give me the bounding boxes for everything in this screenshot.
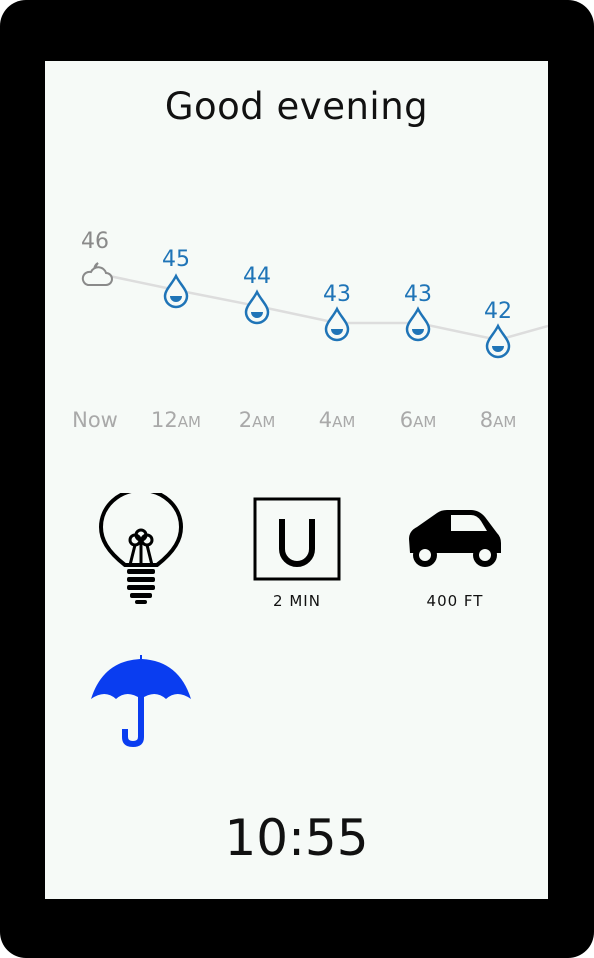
car-distance-label: 400 FT <box>426 592 484 610</box>
uber-tile[interactable]: 2 MIN <box>253 497 341 613</box>
partly-cloudy-night-icon <box>81 262 113 286</box>
hour-label-now: Now <box>72 408 118 432</box>
raindrop-icon <box>405 306 431 342</box>
greeting-title: Good evening <box>164 85 429 128</box>
raindrop-icon <box>324 306 350 342</box>
hour-label-4am: 4AM <box>318 408 356 432</box>
temperature-12am: 45 <box>162 247 190 272</box>
lightbulb-icon <box>99 488 183 604</box>
hour-label-8am: 8AM <box>479 408 517 432</box>
temperature-now: 46 <box>81 229 109 254</box>
uber-eta-label: 2 MIN <box>273 592 321 610</box>
hourly-forecast: 46 45 44 43 43 42 Now 12AM 2AM 4AM 6AM 8… <box>45 211 548 441</box>
temperature-4am: 43 <box>323 282 351 307</box>
raindrop-icon <box>485 323 511 359</box>
raindrop-icon <box>163 273 189 309</box>
car-icon <box>409 510 501 567</box>
clock-time: 10:55 <box>224 809 369 867</box>
temperature-8am: 42 <box>484 299 512 324</box>
hour-label-6am: 6AM <box>399 408 437 432</box>
hour-label-2am: 2AM <box>238 408 276 432</box>
car-tile[interactable]: 400 FT <box>405 507 505 613</box>
hour-label-12am: 12AM <box>151 408 201 432</box>
temperature-6am: 43 <box>404 282 432 307</box>
umbrella-icon <box>91 655 191 747</box>
raindrop-icon <box>244 289 270 325</box>
lightbulb-tile[interactable] <box>97 488 189 609</box>
temperature-2am: 44 <box>243 264 271 289</box>
umbrella-tile[interactable] <box>89 651 193 751</box>
uber-logo-icon <box>253 497 341 581</box>
device-frame: Good evening 46 45 44 43 43 42 Now 12AM … <box>0 0 594 958</box>
screen: Good evening 46 45 44 43 43 42 Now 12AM … <box>45 61 548 899</box>
